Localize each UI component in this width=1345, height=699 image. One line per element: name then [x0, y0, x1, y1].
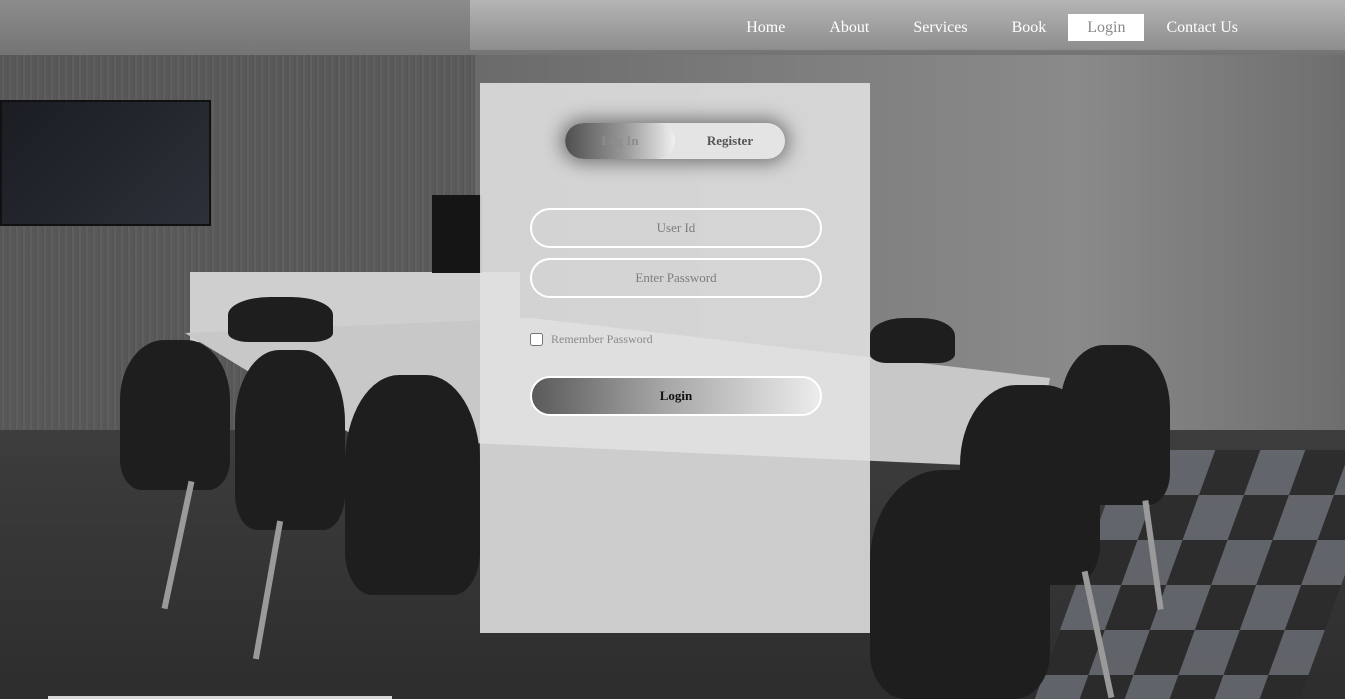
- user-id-input[interactable]: [530, 208, 822, 248]
- remember-password-checkbox[interactable]: [530, 333, 543, 346]
- auth-mode-toggle: Log In Register: [565, 123, 785, 159]
- tab-log-in[interactable]: Log In: [565, 123, 675, 159]
- nav-book-link[interactable]: Book: [990, 14, 1069, 41]
- tab-register[interactable]: Register: [675, 123, 785, 159]
- top-nav: Home About Services Book Login Contact U…: [724, 14, 1260, 41]
- login-card: Log In Register Remember Password Login: [480, 83, 870, 633]
- tv-screen: [0, 100, 211, 226]
- nav-services-link[interactable]: Services: [891, 14, 989, 41]
- nav-about-link[interactable]: About: [807, 14, 891, 41]
- remember-password-row: Remember Password: [530, 332, 653, 347]
- password-input[interactable]: [530, 258, 822, 298]
- nav-contact-link[interactable]: Contact Us: [1144, 14, 1260, 41]
- login-submit-button[interactable]: Login: [530, 376, 822, 416]
- nav-login-link[interactable]: Login: [1068, 14, 1145, 41]
- nav-home-link[interactable]: Home: [724, 14, 807, 41]
- remember-password-label: Remember Password: [551, 332, 653, 346]
